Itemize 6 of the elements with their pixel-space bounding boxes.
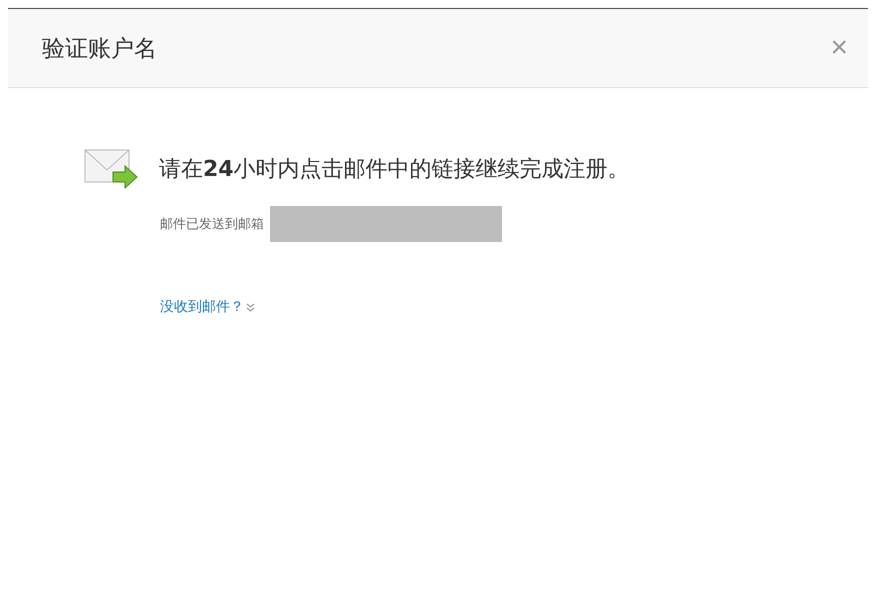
close-button[interactable]: ×	[830, 33, 848, 63]
chevron-icon	[246, 302, 255, 312]
instruction-text: 请在24小时内点击邮件中的链接继续完成注册。	[159, 156, 630, 184]
dialog-title: 验证账户名	[42, 34, 157, 64]
help-link[interactable]: 没收到邮件？	[160, 298, 255, 316]
sent-label: 邮件已发送到邮箱	[160, 216, 264, 233]
